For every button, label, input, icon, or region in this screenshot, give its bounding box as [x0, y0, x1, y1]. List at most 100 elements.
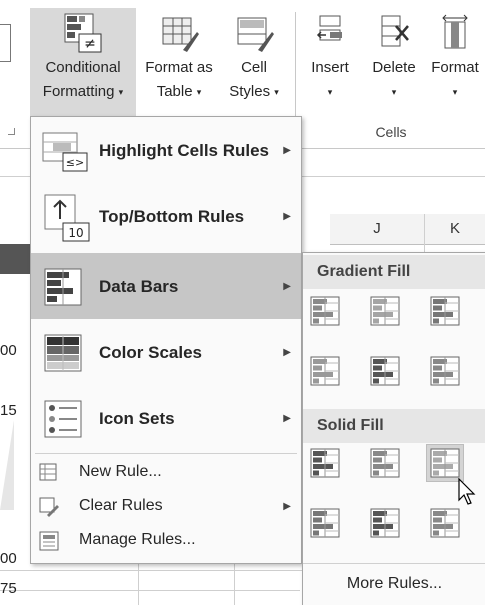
row-cell-value: 00 [0, 342, 17, 359]
svg-text:≤>: ≤> [66, 156, 84, 169]
color-scales-label: Color Scales [99, 343, 202, 362]
svg-text:10: 10 [68, 226, 83, 240]
data-bar-option[interactable] [367, 505, 403, 541]
column-header-k[interactable]: K [425, 214, 485, 245]
insert-button[interactable]: Insert ▾ [302, 8, 358, 116]
manage-rules-label: Manage Rules... [79, 531, 196, 548]
new-rule-label: New Rule... [79, 463, 162, 480]
cell-styles-button[interactable]: Cell Styles ▾ [222, 8, 286, 116]
data-bar-icon [310, 508, 340, 538]
manage-rules-icon [39, 531, 59, 551]
data-bar-option[interactable] [367, 445, 403, 481]
menu-separator [303, 563, 485, 564]
menu-item-icon-sets[interactable]: Icon Sets ▶ [31, 385, 301, 451]
grid-line [0, 590, 300, 591]
format-as-table-icon [162, 17, 199, 52]
conditional-formatting-menu: ≤> Highlight Cells Rules ▶ 10 Top/Bottom… [30, 116, 302, 564]
format-as-table-label-1: Format as [145, 59, 213, 76]
data-bars-submenu: Gradient Fill Solid Fill More Rules... [302, 252, 485, 605]
cells-group-label: Cells [375, 124, 407, 140]
conditional-formatting-label-1: Conditional [45, 59, 121, 76]
menu-item-new-rule[interactable]: New Rule... [31, 455, 301, 489]
format-as-table-button[interactable]: Format as Table ▾ [138, 8, 220, 116]
icon-sets-label: Icon Sets [99, 409, 175, 428]
menu-item-data-bars[interactable]: Data Bars ▶ [31, 253, 301, 319]
data-bar-icon [370, 356, 400, 386]
data-bar-icon [370, 448, 400, 478]
chevron-down-icon: ▾ [118, 87, 124, 98]
icon-sets-icon [44, 400, 82, 438]
solid-fill-header: Solid Fill [303, 409, 485, 443]
delete-label: Delete [372, 59, 416, 76]
menu-item-color-scales[interactable]: Color Scales ▶ [31, 319, 301, 385]
data-bar-option[interactable] [367, 353, 403, 389]
top-bottom-rules-label: Top/Bottom Rules [99, 207, 245, 226]
submenu-arrow-icon: ▶ [283, 281, 291, 292]
conditional-formatting-button[interactable]: ≠ Conditional Formatting ▾ [30, 8, 136, 116]
data-bar-option[interactable] [307, 505, 343, 541]
more-rules-button[interactable]: More Rules... [303, 575, 485, 593]
svg-text:≠: ≠ [84, 36, 96, 52]
menu-item-highlight-cells-rules[interactable]: ≤> Highlight Cells Rules ▶ [31, 117, 301, 183]
column-header-j[interactable]: J [330, 214, 424, 245]
delete-button[interactable]: Delete ▾ [364, 8, 424, 116]
data-bar-icon [310, 296, 340, 326]
data-bars-label: Data Bars [99, 277, 179, 296]
highlight-cells-icon: ≤> [42, 132, 88, 172]
data-bar-option[interactable] [427, 293, 463, 329]
data-bar-icon [310, 356, 340, 386]
data-bar-icon [370, 508, 400, 538]
top-bottom-icon: 10 [44, 194, 90, 242]
data-bar-icon [430, 356, 460, 386]
submenu-arrow-icon: ▶ [283, 501, 291, 512]
delete-cells-icon [381, 15, 409, 47]
data-bar-icon [370, 296, 400, 326]
chevron-down-icon: ▾ [452, 87, 458, 97]
row-edge-shading [0, 420, 14, 510]
menu-item-top-bottom-rules[interactable]: 10 Top/Bottom Rules ▶ [31, 183, 301, 249]
mouse-cursor-icon [458, 478, 476, 505]
submenu-arrow-icon: ▶ [283, 347, 291, 358]
submenu-arrow-icon: ▶ [283, 211, 291, 222]
menu-item-manage-rules[interactable]: Manage Rules... [31, 523, 301, 557]
cell-styles-label-2: Styles [229, 83, 271, 100]
data-bars-icon [44, 268, 82, 306]
data-bar-icon [430, 296, 460, 326]
clear-rules-icon [39, 497, 59, 517]
chevron-down-icon: ▾ [391, 87, 397, 97]
data-bar-option[interactable] [367, 293, 403, 329]
conditional-formatting-label-2: Formatting [42, 83, 115, 100]
group-launcher-icon [8, 128, 15, 135]
data-bar-option[interactable] [426, 444, 464, 482]
data-bar-option[interactable] [307, 445, 343, 481]
chevron-down-icon: ▾ [274, 87, 279, 98]
format-button[interactable]: Format ▾ [426, 8, 484, 116]
highlight-cells-rules-label: Highlight Cells Rules [99, 141, 270, 160]
cell-styles-label-1: Cell [241, 59, 267, 76]
data-bar-icon [310, 448, 340, 478]
submenu-arrow-icon: ▶ [283, 145, 291, 156]
grid-line [0, 176, 30, 177]
data-bar-icon [430, 448, 460, 478]
gradient-fill-header: Gradient Fill [303, 255, 485, 289]
format-label: Format [431, 59, 479, 76]
row-cell-value: 75 [0, 580, 17, 597]
chevron-down-icon: ▾ [327, 87, 333, 97]
data-bar-option[interactable] [307, 353, 343, 389]
format-as-table-label-2: Table [156, 83, 193, 100]
grid-line [300, 176, 485, 177]
selected-row-header[interactable] [0, 244, 30, 274]
data-bar-option[interactable] [427, 353, 463, 389]
submenu-arrow-icon: ▶ [283, 413, 291, 424]
data-bar-icon [430, 508, 460, 538]
insert-cells-icon [316, 15, 342, 41]
data-bar-option[interactable] [427, 505, 463, 541]
row-cell-value: 15 [0, 402, 17, 419]
conditional-formatting-icon: ≠ [64, 13, 102, 53]
color-scales-icon [44, 334, 82, 372]
menu-item-clear-rules[interactable]: Clear Rules ▶ [31, 489, 301, 523]
data-bar-option[interactable] [307, 293, 343, 329]
new-rule-icon [39, 463, 57, 481]
cell-styles-icon [237, 17, 274, 52]
insert-label: Insert [311, 59, 349, 76]
